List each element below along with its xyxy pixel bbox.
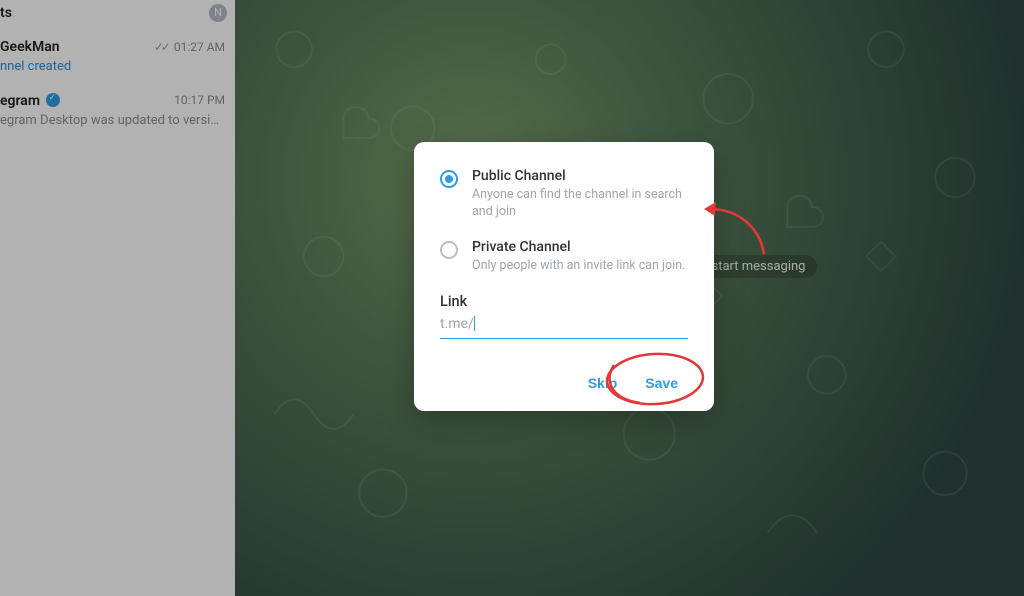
channel-type-dialog: Public Channel Anyone can find the chann… bbox=[414, 142, 714, 411]
option-title: Public Channel bbox=[472, 168, 688, 184]
link-prefix: t.me/ bbox=[440, 316, 474, 332]
save-button[interactable]: Save bbox=[635, 369, 688, 397]
radio-checked-icon bbox=[440, 170, 458, 188]
option-description: Only people with an invite link can join… bbox=[472, 258, 685, 275]
option-private-channel[interactable]: Private Channel Only people with an invi… bbox=[440, 239, 688, 275]
link-input[interactable] bbox=[475, 316, 688, 332]
skip-button[interactable]: Skip bbox=[578, 369, 628, 397]
option-public-channel[interactable]: Public Channel Anyone can find the chann… bbox=[440, 168, 688, 221]
app-root: ts N GeekMan ✓✓ 01:27 AM nnel created bbox=[0, 0, 1024, 596]
radio-unchecked-icon bbox=[440, 241, 458, 259]
link-label: Link bbox=[440, 293, 688, 310]
option-title: Private Channel bbox=[472, 239, 685, 255]
link-input-row[interactable]: t.me/ bbox=[440, 316, 688, 339]
option-description: Anyone can find the channel in search an… bbox=[472, 187, 688, 221]
